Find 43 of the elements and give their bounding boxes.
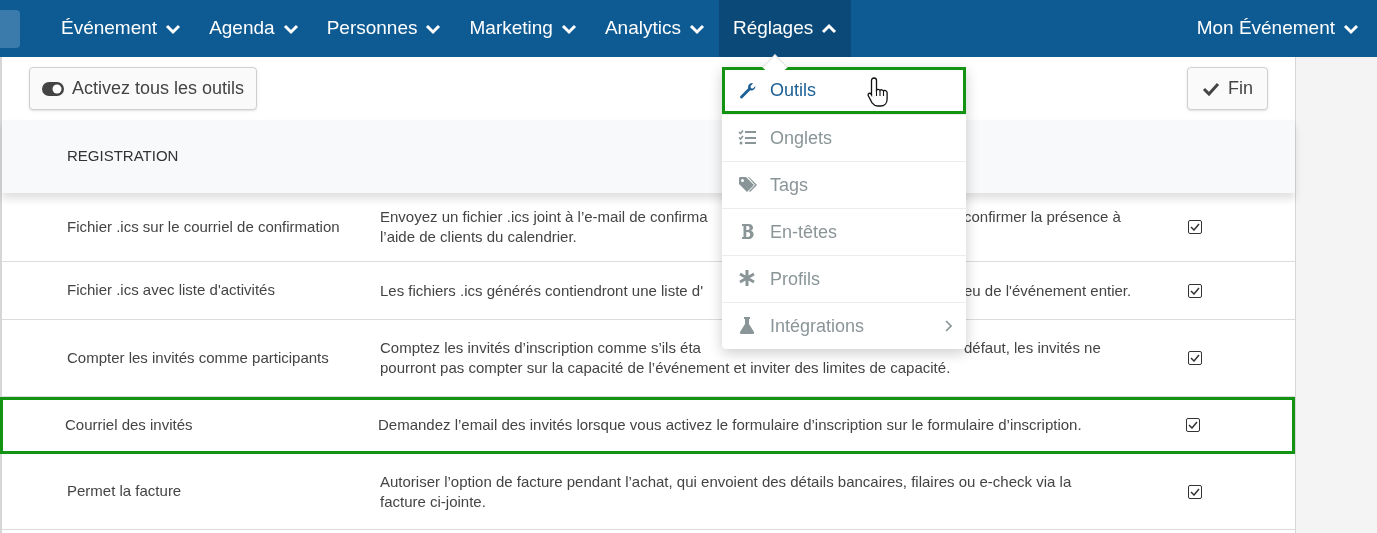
section-title: REGISTRATION xyxy=(67,146,179,167)
chevron-down-icon xyxy=(282,22,299,35)
toggle-icon xyxy=(42,81,64,96)
description-text: confirmer la présence à xyxy=(964,207,1121,227)
row-label: Fichier .ics sur le courriel de confirmation xyxy=(66,216,341,237)
check-icon xyxy=(1202,81,1220,96)
checkbox[interactable] xyxy=(1188,351,1202,365)
menu-item[interactable]: Outils xyxy=(722,67,966,114)
chevron-down-icon xyxy=(688,22,705,35)
description-text: l’aide de clients du calendrier. xyxy=(380,227,577,247)
chevron-down-icon xyxy=(560,22,577,35)
description-text: Demandez l’email des invités lorsque vous activez le formulaire d’inscription sur le formulaire d’inscription. xyxy=(378,415,1082,435)
checkbox[interactable] xyxy=(1188,484,1202,499)
nav-menu-item[interactable]: Événement xyxy=(47,0,196,57)
nav-menu-item[interactable]: Personnes xyxy=(312,0,456,57)
nav-menu-item[interactable]: Agenda xyxy=(195,0,313,57)
chevron-right-icon xyxy=(944,320,952,332)
description-text: Comptez les invités d’inscription comme s’ils éta xyxy=(380,338,702,358)
chevron-down-icon xyxy=(165,22,182,35)
checkbox[interactable] xyxy=(1186,418,1200,432)
nav-menu-item[interactable]: Marketing xyxy=(455,0,591,57)
enable-all-button[interactable]: Activez tous les outils xyxy=(29,67,258,110)
checkbox[interactable] xyxy=(1188,283,1202,298)
description-text: facture ci-jointe. xyxy=(380,491,486,512)
row-label: Compter les invités comme participants xyxy=(66,347,330,368)
checkbox[interactable] xyxy=(1188,220,1202,234)
wrench-icon xyxy=(738,80,758,101)
description-text: Envoyez un fichier .ics joint à l’e-mail de confirma xyxy=(380,207,709,227)
chevron-up-icon xyxy=(821,22,838,35)
row-label: Courriel des invités xyxy=(64,414,194,435)
done-button[interactable]: Fin xyxy=(1187,67,1268,110)
nav-menu-item[interactable]: Analytics xyxy=(590,0,719,57)
event-menu[interactable]: Mon Événement xyxy=(1196,0,1377,57)
description-text: Les fichiers .ics générés contiendront une liste d' xyxy=(380,280,705,301)
row-label: Fichier .ics avec liste d'activités xyxy=(66,280,276,301)
description-text: pourront pas compter sur la capacité de l’événement et inviter des limites de capacité. xyxy=(380,358,951,378)
tags-icon xyxy=(738,175,758,195)
description-text: défaut, les invités ne xyxy=(964,338,1101,358)
row-label: Permet la facture xyxy=(66,481,183,502)
chevron-down-icon xyxy=(425,22,442,35)
nav-menu-item[interactable]: Réglages xyxy=(718,0,852,57)
description-text: Autoriser l’option de facture pendant l’achat, qui envoient des détails bancaires, filaires ou e-check via la xyxy=(380,471,1072,492)
chevron-down-icon xyxy=(1343,22,1359,35)
